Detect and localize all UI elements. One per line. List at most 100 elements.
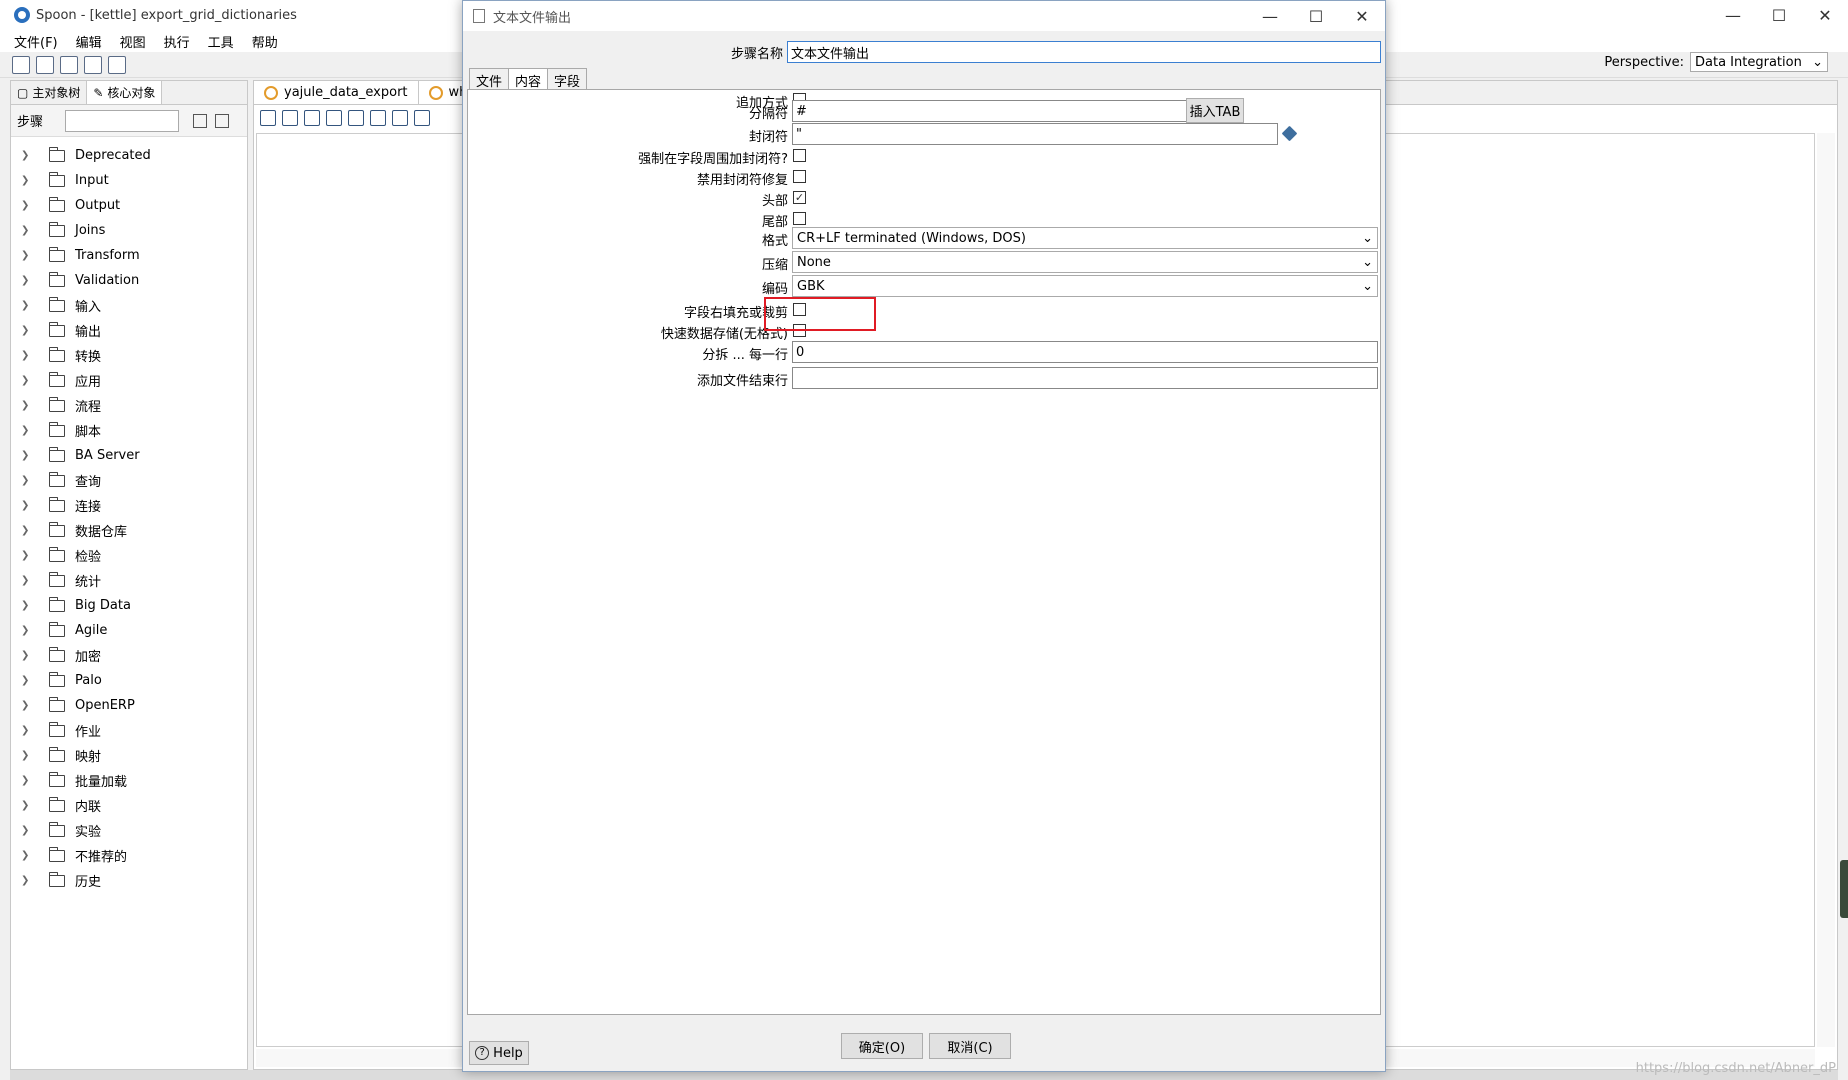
tree-item[interactable]: ❯ 批量加载 (11, 768, 247, 793)
chevron-right-icon[interactable]: ❯ (21, 300, 33, 311)
tree-item[interactable]: ❯ 加密 (11, 643, 247, 668)
new-file-icon[interactable] (12, 55, 30, 74)
chevron-right-icon[interactable]: ❯ (21, 625, 33, 636)
tree-item[interactable]: ❯ Deprecated (11, 143, 247, 168)
menu-edit[interactable]: 编辑 (76, 32, 102, 51)
impact-icon[interactable] (414, 110, 430, 126)
minimize-icon[interactable]: — (1247, 1, 1293, 31)
force-enclosure-checkbox[interactable] (793, 149, 806, 162)
encoding-select[interactable]: GBK ⌄ (792, 275, 1378, 297)
maximize-icon[interactable]: ☐ (1756, 0, 1802, 30)
end-line-input[interactable] (792, 367, 1378, 389)
preview-icon[interactable] (326, 110, 342, 126)
vertical-scrollbar[interactable] (1817, 133, 1835, 1047)
chevron-right-icon[interactable]: ❯ (21, 475, 33, 486)
pause-icon[interactable] (282, 110, 298, 126)
chevron-right-icon[interactable]: ❯ (21, 425, 33, 436)
chevron-right-icon[interactable]: ❯ (21, 200, 33, 211)
tree-item[interactable]: ❯ Output (11, 193, 247, 218)
close-icon[interactable]: ✕ (1339, 1, 1385, 31)
chevron-right-icon[interactable]: ❯ (21, 850, 33, 861)
tree-item[interactable]: ❯ 输出 (11, 318, 247, 343)
expand-tree-icon[interactable] (193, 113, 208, 128)
split-every-input[interactable]: 0 (792, 341, 1378, 363)
chevron-right-icon[interactable]: ❯ (21, 175, 33, 186)
chevron-right-icon[interactable]: ❯ (21, 325, 33, 336)
compression-select[interactable]: None ⌄ (792, 251, 1378, 273)
chevron-right-icon[interactable]: ❯ (21, 775, 33, 786)
open-file-icon[interactable] (36, 55, 54, 74)
chevron-right-icon[interactable]: ❯ (21, 250, 33, 261)
menu-view[interactable]: 视图 (120, 32, 146, 51)
chevron-right-icon[interactable]: ❯ (21, 500, 33, 511)
variable-diamond-icon[interactable] (1281, 125, 1298, 142)
footer-checkbox[interactable] (793, 212, 806, 225)
cancel-button[interactable]: 取消(C) (929, 1033, 1011, 1059)
tree-item[interactable]: ❯ Joins (11, 218, 247, 243)
explore-repository-icon[interactable] (60, 55, 78, 74)
help-button[interactable]: ? Help (469, 1041, 529, 1065)
header-checkbox[interactable]: ✓ (793, 191, 806, 204)
tree-item[interactable]: ❯ Input (11, 168, 247, 193)
tab-yajule-data-export[interactable]: yajule_data_export (254, 81, 419, 104)
chevron-right-icon[interactable]: ❯ (21, 375, 33, 386)
stop-icon[interactable] (304, 110, 320, 126)
tab-main-tree[interactable]: ▢ 主对象树 (11, 81, 88, 104)
tree-item[interactable]: ❯ 应用 (11, 368, 247, 393)
tree-item[interactable]: ❯ OpenERP (11, 693, 247, 718)
save-as-icon[interactable] (108, 55, 126, 74)
tree-item[interactable]: ❯ Agile (11, 618, 247, 643)
tree-item[interactable]: ❯ 转换 (11, 343, 247, 368)
tree-item[interactable]: ❯ BA Server (11, 443, 247, 468)
debug-icon[interactable] (348, 110, 364, 126)
chevron-right-icon[interactable]: ❯ (21, 700, 33, 711)
chevron-right-icon[interactable]: ❯ (21, 400, 33, 411)
chevron-right-icon[interactable]: ❯ (21, 750, 33, 761)
tree-item[interactable]: ❯ 流程 (11, 393, 247, 418)
tree-item[interactable]: ❯ Transform (11, 243, 247, 268)
tab-core-objects[interactable]: ✎ 核心对象 (87, 81, 163, 104)
tree-item[interactable]: ❯ 数据仓库 (11, 518, 247, 543)
chevron-right-icon[interactable]: ❯ (21, 875, 33, 886)
tree-item[interactable]: ❯ 实验 (11, 818, 247, 843)
tree-item[interactable]: ❯ Validation (11, 268, 247, 293)
perspective-dropdown[interactable]: Data Integration ⌄ (1690, 52, 1828, 72)
insert-tab-button[interactable]: 插入TAB (1186, 98, 1244, 123)
enclosure-input[interactable]: " (792, 123, 1278, 145)
chevron-right-icon[interactable]: ❯ (21, 600, 33, 611)
close-icon[interactable]: ✕ (1802, 0, 1848, 30)
tree-item[interactable]: ❯ 映射 (11, 743, 247, 768)
chevron-right-icon[interactable]: ❯ (21, 275, 33, 286)
step-search-input[interactable] (65, 109, 180, 132)
chevron-right-icon[interactable]: ❯ (21, 800, 33, 811)
minimize-icon[interactable]: — (1710, 0, 1756, 30)
tab-content[interactable]: 内容 (508, 68, 549, 90)
save-icon[interactable] (84, 55, 102, 74)
tree-item[interactable]: ❯ 不推荐的 (11, 843, 247, 868)
tab-file[interactable]: 文件 (469, 68, 510, 90)
chevron-right-icon[interactable]: ❯ (21, 675, 33, 686)
chevron-right-icon[interactable]: ❯ (21, 150, 33, 161)
run-icon[interactable] (260, 110, 276, 126)
chevron-right-icon[interactable]: ❯ (21, 650, 33, 661)
ok-button[interactable]: 确定(O) (841, 1033, 923, 1059)
tree-item[interactable]: ❯ Big Data (11, 593, 247, 618)
chevron-right-icon[interactable]: ❯ (21, 525, 33, 536)
tree-item[interactable]: ❯ 统计 (11, 568, 247, 593)
tree-item[interactable]: ❯ 内联 (11, 793, 247, 818)
chevron-right-icon[interactable]: ❯ (21, 225, 33, 236)
tree-item[interactable]: ❯ 连接 (11, 493, 247, 518)
verify-icon[interactable] (392, 110, 408, 126)
format-select[interactable]: CR+LF terminated (Windows, DOS) ⌄ (792, 227, 1378, 249)
chevron-right-icon[interactable]: ❯ (21, 725, 33, 736)
menu-file[interactable]: 文件(F) (14, 32, 58, 51)
disable-enclosure-fix-checkbox[interactable] (793, 170, 806, 183)
tree-item[interactable]: ❯ 查询 (11, 468, 247, 493)
tree-item[interactable]: ❯ 历史 (11, 868, 247, 893)
chevron-right-icon[interactable]: ❯ (21, 825, 33, 836)
menu-help[interactable]: 帮助 (252, 32, 278, 51)
replay-icon[interactable] (370, 110, 386, 126)
tree-item[interactable]: ❯ Palo (11, 668, 247, 693)
tree-item[interactable]: ❯ 输入 (11, 293, 247, 318)
chevron-right-icon[interactable]: ❯ (21, 575, 33, 586)
